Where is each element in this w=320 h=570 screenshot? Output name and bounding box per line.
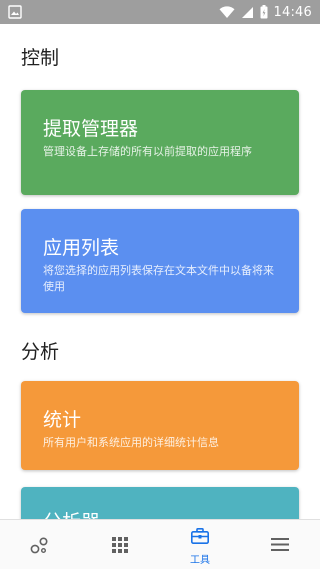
bubbles-icon: [30, 537, 48, 554]
card-title: 应用列表: [43, 237, 120, 259]
nav-item-bubbles[interactable]: [0, 520, 80, 570]
card-description: 管理设备上存储的所有以前提取的应用程序: [43, 145, 252, 158]
gallery-icon: [8, 5, 22, 19]
section-title-control: 控制: [21, 47, 60, 69]
nav-item-menu[interactable]: [240, 520, 320, 570]
card-title: 统计: [43, 409, 82, 431]
card-extract-manager[interactable]: 提取管理器 管理设备上存储的所有以前提取的应用程序: [21, 90, 299, 195]
section-title-analysis: 分析: [21, 341, 60, 363]
status-time: 14:46: [273, 4, 312, 20]
toolbox-icon: [191, 528, 209, 544]
battery-icon: [260, 5, 268, 19]
wifi-icon: [219, 5, 235, 18]
status-bar: 14:46: [0, 0, 320, 24]
apps-grid-icon: [112, 537, 128, 553]
nav-item-tools[interactable]: 工具: [160, 520, 240, 570]
card-statistics[interactable]: 统计 所有用户和系统应用的详细统计信息: [21, 381, 299, 470]
tools-content[interactable]: 控制 提取管理器 管理设备上存储的所有以前提取的应用程序 应用列表 将您选择的应…: [0, 24, 320, 519]
signal-icon: [241, 6, 253, 18]
menu-icon: [271, 538, 289, 551]
nav-label-tools: 工具: [190, 555, 210, 566]
nav-item-apps[interactable]: [80, 520, 160, 570]
card-title: 分析器: [43, 507, 100, 519]
card-description: 将您选择的应用列表保存在文本文件中以备将来使用: [43, 264, 274, 293]
card-app-list[interactable]: 应用列表 将您选择的应用列表保存在文本文件中以备将来使用: [21, 209, 299, 313]
card-analyzer[interactable]: 分析器: [21, 487, 299, 519]
card-title: 提取管理器: [43, 118, 139, 140]
bottom-navigation: 工具: [0, 519, 320, 569]
card-description: 所有用户和系统应用的详细统计信息: [43, 436, 219, 449]
